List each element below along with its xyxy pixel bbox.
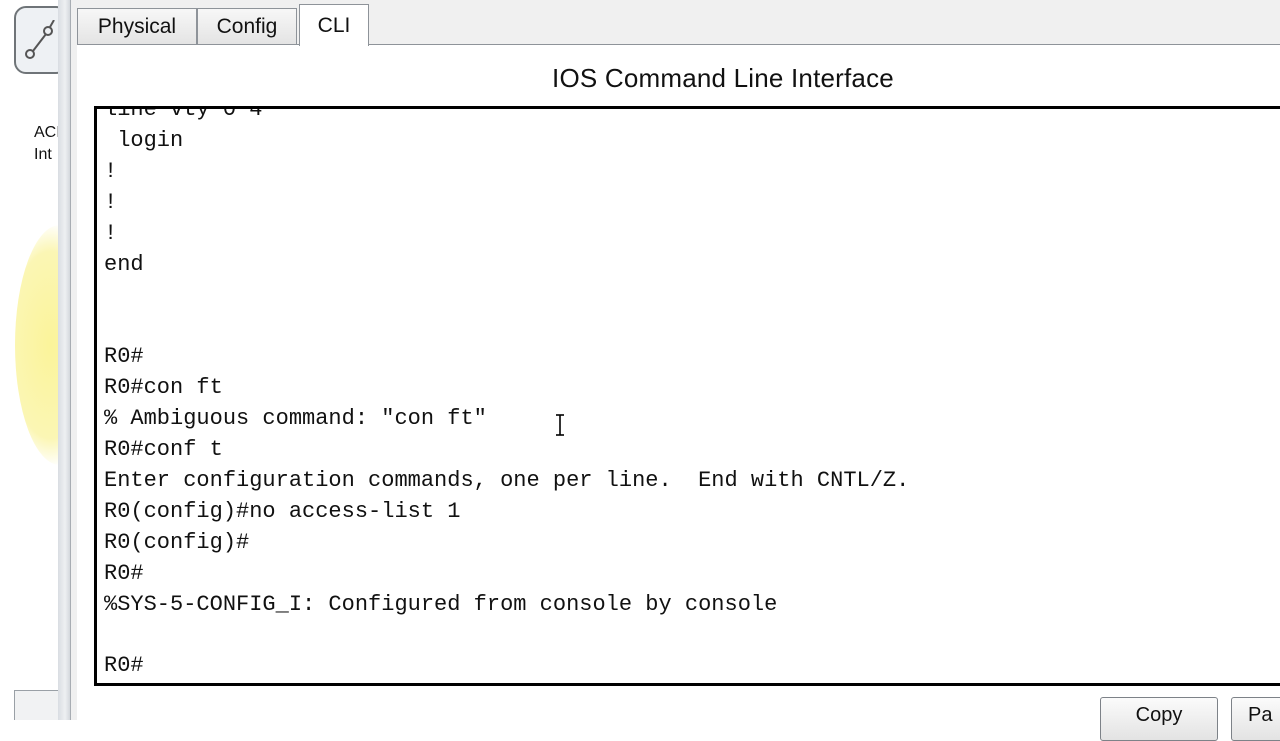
- panel-title: IOS Command Line Interface: [552, 63, 894, 93]
- background-label-line1: ACI: [34, 124, 61, 141]
- copy-button[interactable]: Copy: [1100, 697, 1218, 741]
- tab-cli[interactable]: CLI: [299, 4, 369, 46]
- background-label-line2: Int: [34, 146, 52, 163]
- network-node-icon: [25, 20, 55, 59]
- cli-terminal[interactable]: line vty 0 4 login ! ! ! end R0# R0#con …: [94, 106, 1280, 686]
- text-cursor-icon: [556, 414, 564, 436]
- topology-icon[interactable]: [14, 6, 62, 74]
- cli-panel: IOS Command Line Interface line vty 0 4 …: [77, 44, 1280, 741]
- background-bottom-panel: [14, 690, 62, 720]
- background-workspace: ACI Int: [0, 0, 62, 720]
- device-window: Physical Config CLI IOS Command Line Int…: [70, 0, 1280, 741]
- tab-bar: Physical Config CLI: [71, 0, 1280, 46]
- tab-config[interactable]: Config: [197, 8, 297, 44]
- background-device-label: ACI Int: [34, 122, 61, 166]
- paste-button[interactable]: Pa: [1231, 697, 1280, 741]
- highlight-circle: [15, 225, 62, 465]
- terminal-output[interactable]: line vty 0 4 login ! ! ! end R0# R0#con …: [104, 109, 909, 682]
- tab-physical[interactable]: Physical: [77, 8, 197, 44]
